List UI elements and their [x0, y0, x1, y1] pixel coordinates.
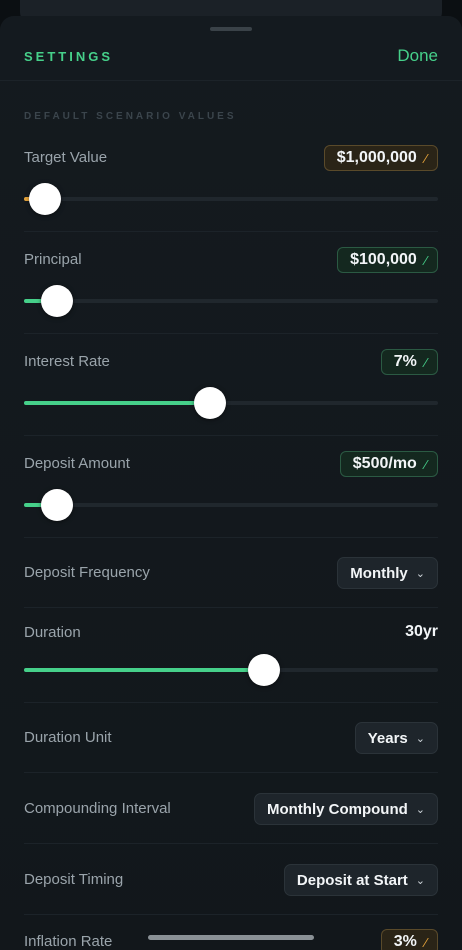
row-divider — [24, 843, 438, 844]
deposit-amount-slider[interactable] — [24, 489, 438, 521]
row-divider — [24, 914, 438, 915]
row-divider — [24, 333, 438, 334]
duration-slider[interactable] — [24, 654, 438, 686]
duration-unit-select[interactable]: Years ⌄ — [354, 722, 438, 754]
deposit-timing-value: Deposit at Start — [296, 871, 408, 889]
deposit-amount-label: Deposit Amount — [24, 455, 130, 472]
target-value-label: Target Value — [24, 149, 108, 166]
row-divider — [24, 772, 438, 773]
deposit-frequency-value: Monthly — [350, 564, 408, 582]
row-divider — [24, 435, 438, 436]
duration-unit-label: Duration Unit — [24, 729, 112, 746]
deposit-amount-value: $500/mo — [352, 455, 417, 472]
chevron-down-icon: ⌄ — [415, 874, 425, 887]
interest-rate-slider[interactable] — [24, 387, 438, 419]
row-divider — [24, 231, 438, 232]
chevron-down-icon: ⌄ — [415, 567, 425, 580]
duration-unit-value: Years — [367, 729, 408, 747]
target-value-edit-button[interactable]: $1,000,000 ⁄ — [323, 145, 438, 171]
section-label: DEFAULT SCENARIO VALUES — [24, 111, 237, 122]
deposit-frequency-label: Deposit Frequency — [24, 564, 150, 581]
interest-rate-label: Interest Rate — [24, 353, 110, 370]
pencil-icon: ⁄ — [424, 934, 427, 950]
inflation-rate-label: Inflation Rate — [24, 933, 113, 950]
inflation-rate-edit-button[interactable]: 3% ⁄ — [380, 929, 438, 950]
inflation-rate-amount: 3% — [393, 933, 417, 950]
principal-slider-thumb[interactable] — [41, 285, 74, 317]
row-divider — [24, 537, 438, 538]
target-value-amount: $1,000,000 — [336, 149, 417, 166]
target-value-slider[interactable] — [24, 183, 438, 215]
principal-amount: $100,000 — [350, 251, 417, 268]
target-value-slider-thumb[interactable] — [28, 183, 61, 215]
chevron-down-icon: ⌄ — [415, 803, 425, 816]
deposit-timing-select[interactable]: Deposit at Start ⌄ — [283, 864, 438, 896]
row-divider — [24, 607, 438, 608]
duration-slider-fill — [24, 668, 265, 672]
duration-label: Duration — [24, 624, 81, 641]
done-button[interactable]: Done — [397, 46, 438, 66]
deposit-amount-edit-button[interactable]: $500/mo ⁄ — [339, 451, 438, 477]
deposit-amount-slider-thumb[interactable] — [41, 489, 74, 521]
duration-slider-thumb[interactable] — [248, 654, 281, 686]
header-divider — [0, 80, 462, 81]
home-indicator — [148, 935, 314, 940]
pencil-icon: ⁄ — [424, 456, 427, 472]
interest-rate-slider-fill — [24, 401, 211, 405]
chevron-down-icon: ⌄ — [415, 732, 425, 745]
row-divider — [24, 702, 438, 703]
principal-label: Principal — [24, 251, 82, 268]
pencil-icon: ⁄ — [424, 150, 427, 166]
interest-rate-amount: 7% — [393, 353, 417, 370]
principal-edit-button[interactable]: $100,000 ⁄ — [337, 247, 438, 273]
compounding-interval-select[interactable]: Monthly Compound ⌄ — [253, 793, 438, 825]
pencil-icon: ⁄ — [424, 354, 427, 370]
duration-value: 30yr — [405, 623, 438, 640]
compounding-interval-label: Compounding Interval — [24, 800, 171, 817]
sheet-grabber[interactable] — [210, 27, 252, 31]
page-title: SETTINGS — [24, 49, 114, 64]
deposit-timing-label: Deposit Timing — [24, 871, 124, 888]
compounding-interval-value: Monthly Compound — [266, 800, 408, 818]
pencil-icon: ⁄ — [424, 252, 427, 268]
interest-rate-edit-button[interactable]: 7% ⁄ — [380, 349, 438, 375]
principal-slider[interactable] — [24, 285, 438, 317]
deposit-frequency-select[interactable]: Monthly ⌄ — [337, 557, 438, 589]
